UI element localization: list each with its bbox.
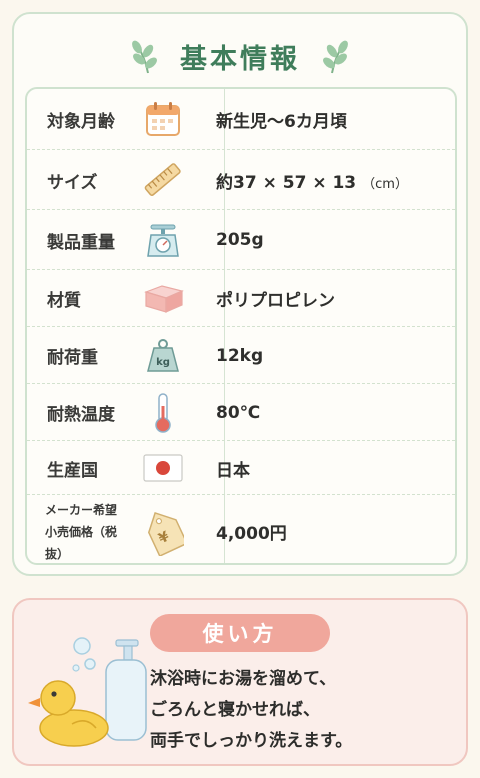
usage-illustration (24, 630, 154, 764)
usage-line-2: ごろんと寝かせれば、 (150, 700, 320, 720)
row-label: 対象月齢 (47, 111, 115, 132)
usage-heading: 使い方 (150, 614, 330, 652)
bubbles-icon (72, 637, 96, 672)
row-value: 205g (216, 230, 264, 250)
spec-row-heat: 耐熱温度 80℃ (27, 383, 455, 441)
sponge-block-icon (134, 270, 192, 327)
title-row: 基本情報 (14, 36, 466, 76)
spec-row-size: サイズ 約37 × 57 × 13 （cm） (27, 149, 455, 210)
row-label: 材質 (47, 291, 81, 311)
thermometer-icon (134, 384, 192, 441)
kg-weight-icon: kg (134, 327, 192, 384)
usage-line-1: 沐浴時にお湯を溜めて、 (150, 669, 337, 689)
soap-bottle-icon (105, 639, 147, 741)
spec-row-age: 対象月齢 新生児～6カ月頃 (27, 89, 455, 149)
size-unit: （cm） (362, 176, 408, 192)
row-label: 製品重量 (47, 232, 115, 253)
row-value: 約37 × 57 × 13 （cm） (192, 168, 408, 193)
usage-line-3: 両手でしっかり洗えます。 (150, 731, 353, 751)
rubber-duck-icon (28, 680, 109, 747)
price-tag-icon: ¥ (134, 495, 192, 563)
price-label-line2: 小売価格（税抜） (45, 524, 118, 561)
row-value: 80℃ (216, 402, 261, 423)
kg-label: kg (156, 357, 170, 368)
usage-description: 沐浴時にお湯を溜めて、 ごろんと寝かせれば、 両手でしっかり洗えます。 (150, 664, 352, 757)
row-value: ポリプロピレン (216, 291, 335, 311)
scale-icon (134, 210, 192, 270)
spec-table: 対象月齢 新生児～6カ月頃 サイズ 約37 × 57 × 13 （cm） 製品重… (25, 87, 457, 565)
row-value: 12kg (216, 345, 264, 366)
page-title: 基本情報 (180, 43, 300, 75)
spec-row-price: メーカー希望 小売価格（税抜） ¥ 4,000円 (27, 494, 455, 564)
row-value: 日本 (216, 460, 250, 481)
price-label-line1: メーカー希望 (45, 502, 118, 517)
spec-row-load: 耐荷重 kg 12kg (27, 326, 455, 384)
spec-row-material: 材質 ポリプロピレン (27, 269, 455, 327)
row-label: 耐荷重 (47, 348, 98, 368)
row-value: 新生児～6カ月頃 (216, 111, 347, 132)
usage-card: 使い方 沐浴時にお湯を溜めて、 ごろんと寝かせれば、 両手でしっかり洗えます。 (12, 598, 468, 766)
ruler-icon (134, 150, 192, 210)
size-value: 約37 × 57 × 13 (216, 172, 357, 193)
leaf-right-icon (318, 37, 352, 75)
row-label: 生産国 (47, 460, 98, 481)
row-label: サイズ (47, 172, 98, 193)
row-label: 耐熱温度 (47, 405, 115, 425)
row-label: メーカー希望 小売価格（税抜） (27, 499, 134, 564)
basic-info-card: 基本情報 対象月齢 新生児～6カ月頃 サイズ 約37 × 57 × 13 （cm… (12, 12, 468, 576)
japan-flag-icon (134, 441, 192, 495)
leaf-left-icon (128, 37, 162, 75)
spec-row-weight: 製品重量 205g (27, 209, 455, 270)
row-value: 4,000円 (216, 524, 287, 544)
spec-row-origin: 生産国 日本 (27, 440, 455, 495)
calendar-icon (134, 89, 192, 149)
